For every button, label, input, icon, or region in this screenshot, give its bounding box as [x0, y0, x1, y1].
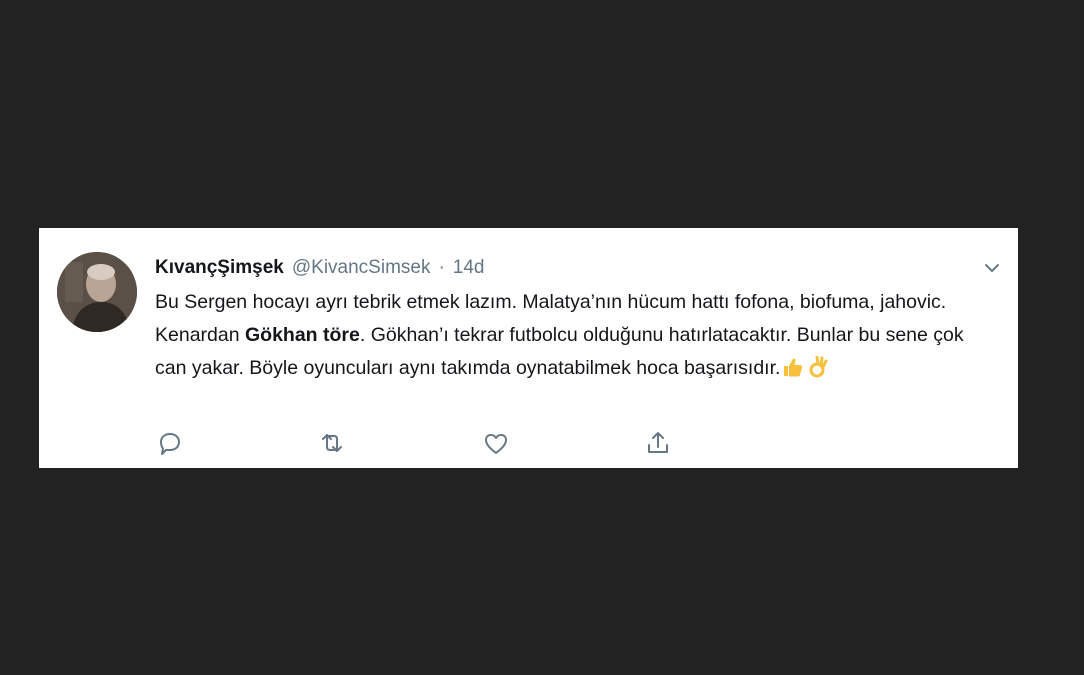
- display-name[interactable]: KıvançŞimşek: [155, 257, 284, 279]
- tweet-text: Bu Sergen hocayı ayrı tebrik etmek lazım…: [155, 286, 985, 385]
- tweet-text-bold: Gökhan töre: [245, 324, 360, 346]
- share-icon[interactable]: [643, 428, 673, 458]
- avatar[interactable]: [57, 252, 137, 332]
- tweet-header: KıvançŞimşek @KivancSimsek · 14d: [155, 254, 958, 282]
- separator-dot: ·: [438, 257, 445, 278]
- heart-icon[interactable]: [481, 428, 511, 458]
- retweet-icon[interactable]: [317, 428, 347, 458]
- avatar-image: [57, 252, 137, 332]
- ok-hand-emoji: [806, 355, 828, 378]
- tweet-timestamp[interactable]: 14d: [453, 257, 485, 279]
- user-handle[interactable]: @KivancSimsek: [292, 257, 431, 279]
- chevron-down-icon[interactable]: [980, 256, 1004, 280]
- tweet-card[interactable]: KıvançŞimşek @KivancSimsek · 14d Bu Serg…: [39, 228, 1018, 468]
- thumbs-up-emoji: [782, 356, 804, 378]
- tweet-actions: [155, 428, 695, 458]
- reply-icon[interactable]: [155, 428, 185, 458]
